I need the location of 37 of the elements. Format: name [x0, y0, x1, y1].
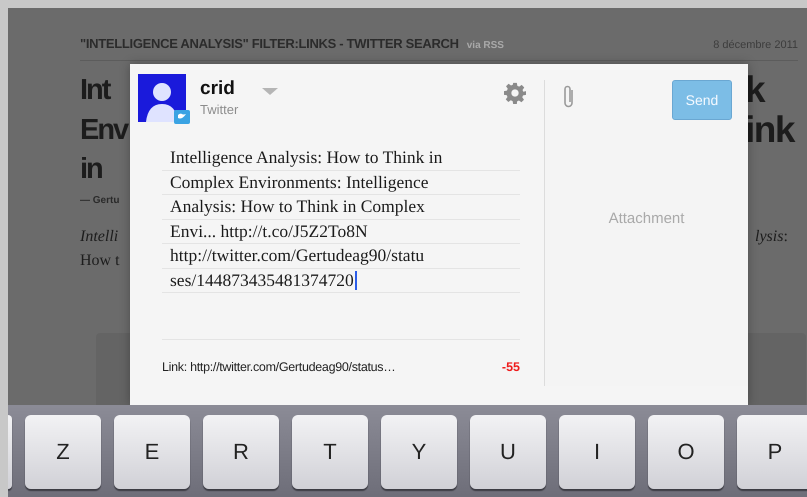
article-title: Env	[80, 114, 128, 146]
attachment-placeholder: Attachment	[608, 210, 684, 227]
article-text: lysis:	[755, 228, 788, 247]
account-service: Twitter	[200, 102, 238, 117]
account-name[interactable]: crid	[200, 78, 238, 100]
keyboard-key[interactable]	[8, 415, 12, 489]
keyboard-key[interactable]: R	[203, 415, 279, 489]
text-cursor	[354, 270, 357, 290]
article-text: Intelli	[80, 228, 118, 247]
via-label: via RSS	[466, 40, 504, 51]
tweet-text: ses/144873435481374720	[170, 268, 354, 292]
tweet-text: Analysis: How to Think in Complex	[170, 195, 425, 218]
paperclip-icon[interactable]	[563, 84, 575, 110]
article-byline: — Gertu	[80, 195, 120, 206]
tweet-text: Intelligence Analysis: How to Think in	[170, 146, 442, 170]
tweet-text: Complex Environments: Intelligence	[170, 170, 429, 194]
tweet-text: Envi... http://t.co/J5Z2To8N	[170, 220, 368, 243]
keyboard-key[interactable]: Y	[381, 415, 457, 489]
article-title: ink	[745, 109, 794, 151]
tweet-text: http://twitter.com/Gertudeag90/statu	[170, 244, 424, 268]
article-text: How t	[80, 252, 120, 271]
avatar-icon	[138, 74, 190, 124]
keyboard-key[interactable]: O	[648, 415, 724, 489]
dropdown-caret-icon[interactable]	[262, 88, 278, 96]
keyboard-key[interactable]: T	[292, 415, 368, 489]
keyboard-key[interactable]: I	[559, 415, 635, 489]
character-count: -55	[502, 360, 520, 374]
article-title: Int	[80, 74, 110, 106]
keyboard-key[interactable]: U	[470, 415, 546, 489]
keyboard-key[interactable]: P	[737, 415, 807, 489]
keyboard-key[interactable]: E	[114, 415, 190, 489]
settings-icon[interactable]	[504, 82, 526, 104]
feed-title: "INTELLIGENCE ANALYSIS" FILTER:LINKS - TWITTER SEARCH	[80, 36, 459, 51]
article-title: in	[80, 152, 102, 186]
link-preview: Link: http://twitter.com/Gertudeag90/status…	[162, 360, 396, 374]
tweet-text-field[interactable]: Intelligence Analysis: How to Think in Complex Environments: Intelligence Analysis: How to Think in Complex Envi... http://t.co/J5Z2To8N http://twitter.com/Gertudeag90/statu ses/144873435481374720	[162, 146, 520, 340]
keyboard-key[interactable]: Z	[25, 415, 101, 489]
